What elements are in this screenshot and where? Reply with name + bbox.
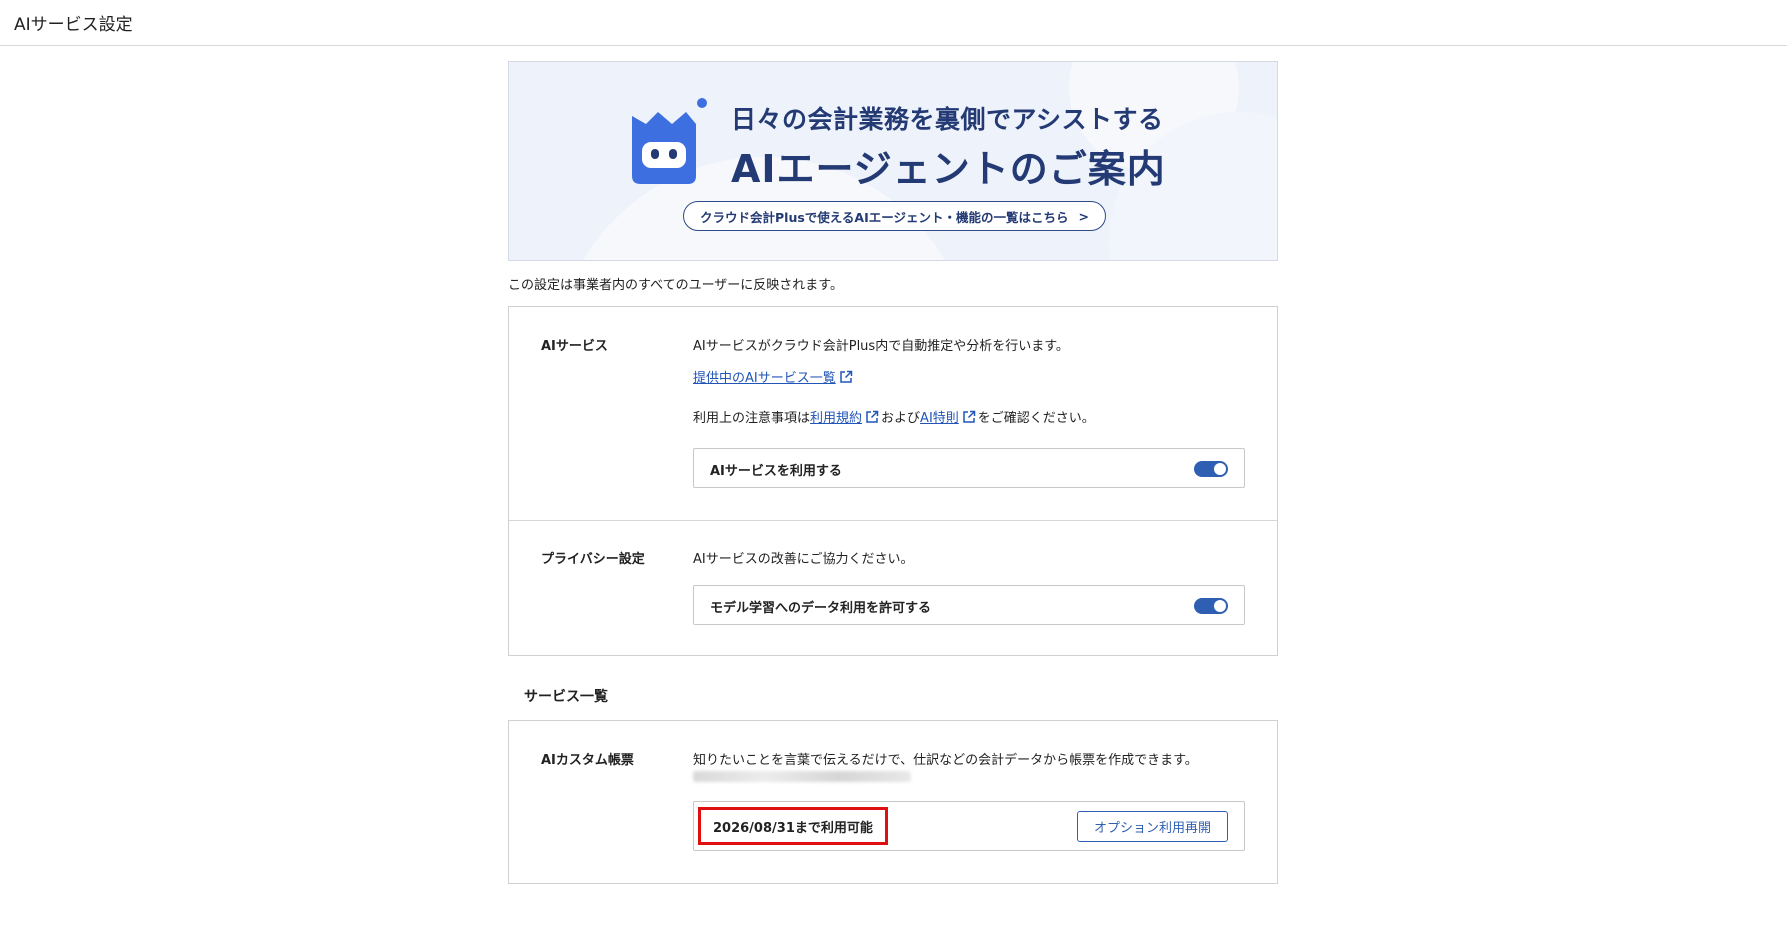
service-list-title: サービス一覧 xyxy=(524,689,608,705)
availability-status: 2026/08/31まで利用可能 xyxy=(698,807,888,845)
page-title: AIサービス設定 xyxy=(14,15,133,35)
redacted-text xyxy=(693,771,911,782)
model-training-toggle[interactable] xyxy=(1194,598,1228,614)
model-training-toggle-row: モデル学習へのデータ利用を許可する xyxy=(693,585,1245,625)
ai-service-label: AIサービス xyxy=(541,339,608,354)
model-training-toggle-label: モデル学習へのデータ利用を許可する xyxy=(710,601,932,616)
ai-service-toggle[interactable] xyxy=(1194,461,1228,477)
external-link-icon xyxy=(839,370,852,383)
chevron-right-icon: > xyxy=(1078,208,1089,224)
ai-agent-banner: 日々の会計業務を裏側でアシストする AIエージェントのご案内 クラウド会計Plu… xyxy=(508,61,1278,261)
ai-terms-link[interactable]: AI特則 xyxy=(920,411,959,426)
banner-subheadline: AIエージェントのご案内 xyxy=(731,147,1166,191)
ai-service-toggle-row: AIサービスを利用する xyxy=(693,448,1245,488)
terms-notice: 利用上の注意事項は利用規約 およびAI特則 をご確認ください。 xyxy=(693,410,1095,426)
privacy-description: AIサービスの改善にご協力ください。 xyxy=(693,552,914,567)
availability-row: 2026/08/31まで利用可能 オプション利用再開 xyxy=(693,801,1245,851)
ai-custom-report-description: 知りたいことを言葉で伝えるだけで、仕訳などの会計データから帳票を作成できます。 xyxy=(693,753,1198,768)
ai-service-description: AIサービスがクラウド会計Plus内で自動推定や分析を行います。 xyxy=(693,339,1069,354)
ai-agent-list-link-label: クラウド会計Plusで使えるAIエージェント・機能の一覧はこちら xyxy=(700,209,1069,225)
section-divider xyxy=(509,520,1277,521)
ai-service-toggle-label: AIサービスを利用する xyxy=(710,464,842,479)
ai-agent-list-link[interactable]: クラウド会計Plusで使えるAIエージェント・機能の一覧はこちら > xyxy=(683,201,1106,231)
main-content: 日々の会計業務を裏側でアシストする AIエージェントのご案内 クラウド会計Plu… xyxy=(508,61,1278,884)
external-link-icon xyxy=(963,410,976,423)
top-bar: AIサービス設定 xyxy=(0,0,1787,46)
service-list-card: AIカスタム帳票 知りたいことを言葉で伝えるだけで、仕訳などの会計データから帳票… xyxy=(508,720,1278,884)
robot-mascot-icon xyxy=(632,98,707,184)
resume-option-button[interactable]: オプション利用再開 xyxy=(1077,811,1228,842)
ai-custom-report-label: AIカスタム帳票 xyxy=(541,753,634,768)
ai-services-list-link[interactable]: 提供中のAIサービス一覧 xyxy=(693,371,836,386)
settings-scope-notice: この設定は事業者内のすべてのユーザーに反映されます。 xyxy=(508,278,844,293)
ai-services-list-link-row: 提供中のAIサービス一覧 xyxy=(693,367,855,386)
external-link-icon xyxy=(866,410,879,423)
terms-link[interactable]: 利用規約 xyxy=(810,411,862,426)
ai-settings-card: AIサービス AIサービスがクラウド会計Plus内で自動推定や分析を行います。 … xyxy=(508,306,1278,656)
privacy-label: プライバシー設定 xyxy=(541,552,645,567)
banner-headline: 日々の会計業務を裏側でアシストする xyxy=(731,105,1164,134)
